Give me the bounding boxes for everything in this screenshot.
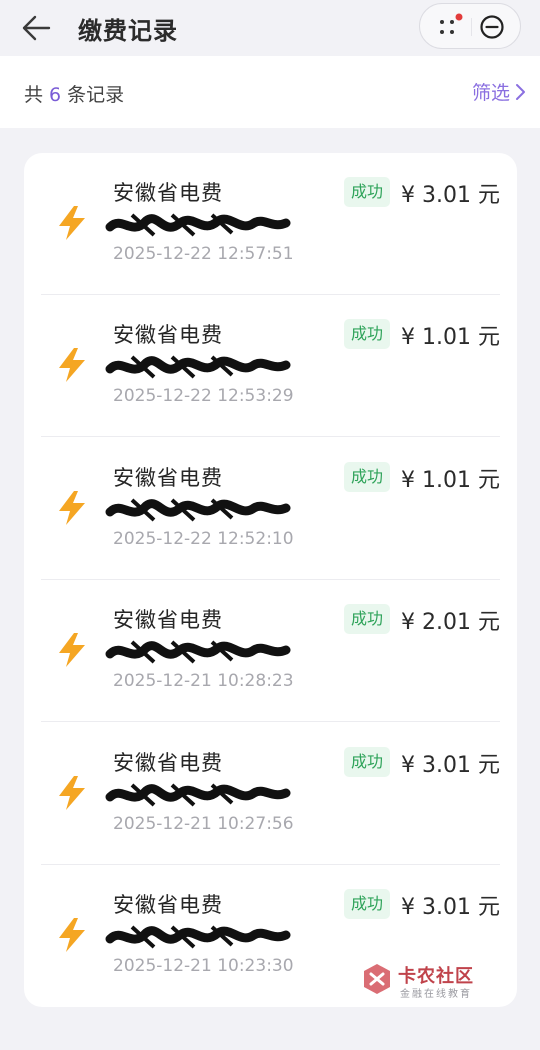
app-header: 缴费记录 xyxy=(0,0,540,56)
record-time: 2025-12-21 10:28:23 xyxy=(113,671,294,692)
mini-program-capsule xyxy=(419,3,521,49)
status-badge: 成功 xyxy=(344,461,391,492)
lightning-icon xyxy=(59,775,85,810)
more-dots-icon xyxy=(440,13,463,34)
minus-circle-icon xyxy=(480,15,504,39)
lightning-icon xyxy=(59,918,85,952)
record-time: 2025-12-21 10:27:56 xyxy=(113,813,294,834)
record-item[interactable]: 安徽省电费 2025-12-21 10:27:56 成功 ¥ 3.01 元 xyxy=(24,723,517,865)
more-button[interactable] xyxy=(432,11,468,43)
redacted-account-number xyxy=(105,640,291,664)
record-item[interactable]: 安徽省电费 2025-12-22 12:53:29 成功 ¥ 1.01 元 xyxy=(24,295,517,438)
record-count: 共 6 条记录 xyxy=(24,80,124,107)
lightning-icon xyxy=(59,490,85,525)
record-amount: ¥ 1.01 元 xyxy=(401,325,500,351)
arrow-left-icon xyxy=(22,15,51,41)
watermark-logo-icon xyxy=(364,964,390,994)
record-amount: ¥ 1.01 元 xyxy=(401,467,500,493)
record-name: 安徽省电费 xyxy=(113,750,223,775)
record-amount: ¥ 3.01 元 xyxy=(401,752,500,778)
back-button[interactable] xyxy=(14,8,58,48)
count-prefix: 共 xyxy=(24,84,44,106)
lightning-icon xyxy=(59,633,85,668)
status-badge: 成功 xyxy=(344,604,391,635)
record-amount: ¥ 2.01 元 xyxy=(401,610,500,636)
record-name: 安徽省电费 xyxy=(113,893,223,917)
chevron-right-icon xyxy=(516,83,525,100)
redacted-account-number xyxy=(105,355,291,379)
status-badge: 成功 xyxy=(344,319,391,350)
record-time: 2025-12-22 12:53:29 xyxy=(113,386,294,407)
record-item[interactable]: 安徽省电费 2025-12-22 12:52:10 成功 ¥ 1.01 元 xyxy=(24,438,517,580)
count-number: 6 xyxy=(49,84,62,106)
record-time: 2025-12-21 10:23:30 xyxy=(113,956,294,976)
record-time: 2025-12-22 12:57:51 xyxy=(113,244,294,264)
redacted-account-number xyxy=(105,925,291,949)
watermark: 卡农社区 金融在线教育 xyxy=(360,962,490,1000)
record-amount: ¥ 3.01 元 xyxy=(401,895,500,920)
record-amount: ¥ 3.01 元 xyxy=(401,183,500,208)
record-name: 安徽省电费 xyxy=(113,465,223,490)
record-item[interactable]: 安徽省电费 2025-12-22 12:57:51 成功 ¥ 3.01 元 xyxy=(24,153,517,295)
watermark-subtitle: 金融在线教育 xyxy=(400,989,472,1000)
count-suffix: 条记录 xyxy=(67,84,125,106)
redacted-account-number xyxy=(105,783,291,807)
redacted-account-number xyxy=(105,213,291,237)
lightning-icon xyxy=(59,348,85,383)
record-time: 2025-12-22 12:52:10 xyxy=(113,528,294,549)
record-name: 安徽省电费 xyxy=(113,608,223,633)
filter-button[interactable]: 筛选 xyxy=(472,78,526,105)
filter-label: 筛选 xyxy=(471,82,510,104)
status-badge: 成功 xyxy=(344,177,391,207)
record-name: 安徽省电费 xyxy=(113,323,223,348)
redacted-account-number xyxy=(105,498,291,522)
lightning-icon xyxy=(59,206,85,240)
summary-bar: 共 6 条记录 筛选 xyxy=(0,56,540,128)
capsule-divider xyxy=(471,18,472,36)
page-title: 缴费记录 xyxy=(78,17,178,45)
record-name: 安徽省电费 xyxy=(113,181,223,205)
close-button[interactable] xyxy=(478,13,506,41)
status-badge: 成功 xyxy=(344,889,391,919)
record-item[interactable]: 安徽省电费 2025-12-21 10:28:23 成功 ¥ 2.01 元 xyxy=(24,580,517,723)
records-card: 安徽省电费 2025-12-22 12:57:51 成功 ¥ 3.01 元 安徽… xyxy=(24,153,517,1007)
status-badge: 成功 xyxy=(344,746,391,777)
